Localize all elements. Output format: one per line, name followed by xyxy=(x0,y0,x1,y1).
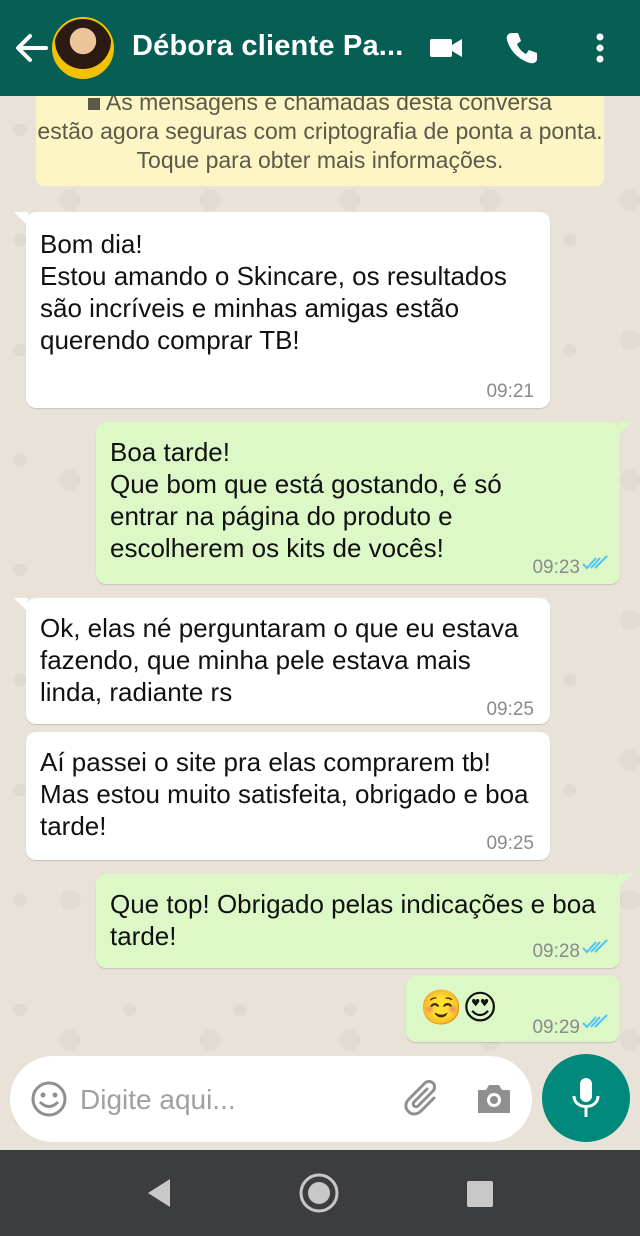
lock-icon xyxy=(87,97,100,110)
microphone-button[interactable] xyxy=(542,1054,630,1142)
message-time: 09:21 xyxy=(486,381,534,402)
system-navigation-bar xyxy=(0,1150,640,1236)
message-text: Boa tarde! Que bom que está gostando, é … xyxy=(110,437,502,563)
message-input[interactable] xyxy=(78,1076,382,1124)
read-ticks-icon xyxy=(582,939,608,954)
message-text: Aí passei o site pra elas comprarem tb! … xyxy=(40,747,529,841)
contact-name[interactable]: Débora cliente Pa... xyxy=(132,30,404,63)
message-time: 09:25 xyxy=(486,833,534,854)
read-ticks-icon xyxy=(582,1014,608,1029)
phone-icon[interactable] xyxy=(502,28,542,68)
message-composer xyxy=(10,1056,532,1142)
emoji-icon[interactable] xyxy=(30,1080,68,1118)
bubble-tail xyxy=(618,874,632,888)
back-arrow-icon[interactable] xyxy=(12,28,50,68)
emoji-message: ☺️😍 xyxy=(420,989,498,1027)
message-bubble-outgoing[interactable]: ☺️😍 09:29 xyxy=(406,976,620,1042)
message-bubble-incoming[interactable]: Ok, elas né perguntaram o que eu estava … xyxy=(14,598,550,724)
nav-back-icon[interactable] xyxy=(144,1177,174,1209)
video-call-icon[interactable] xyxy=(426,28,466,68)
message-time: 09:29 xyxy=(532,1017,580,1038)
message-bubble-outgoing[interactable]: Boa tarde! Que bom que está gostando, é … xyxy=(96,422,632,584)
bubble-tail xyxy=(618,422,632,436)
camera-icon[interactable] xyxy=(474,1080,514,1118)
message-time: 09:28 xyxy=(532,941,580,962)
message-time: 09:23 xyxy=(532,557,580,578)
message-text: Bom dia! Estou amando o Skincare, os res… xyxy=(40,229,507,355)
microphone-icon xyxy=(572,1078,600,1117)
message-time: 09:25 xyxy=(486,699,534,720)
bubble-tail xyxy=(14,598,28,612)
message-text: Ok, elas né perguntaram o que eu estava … xyxy=(40,613,519,707)
message-bubble-outgoing[interactable]: Que top! Obrigado pelas indicações e boa… xyxy=(96,874,632,968)
encryption-notice[interactable]: As mensagens e chamadas desta conversa e… xyxy=(36,92,604,186)
notice-text: estão agora seguras com criptografia de … xyxy=(37,118,603,173)
nav-recents-icon[interactable] xyxy=(466,1180,494,1208)
bubble-tail xyxy=(14,212,28,226)
message-bubble-incoming[interactable]: Aí passei o site pra elas comprarem tb! … xyxy=(26,732,550,860)
attachment-icon[interactable] xyxy=(404,1078,444,1120)
message-bubble-incoming[interactable]: Bom dia! Estou amando o Skincare, os res… xyxy=(14,212,550,408)
read-ticks-icon xyxy=(582,555,608,570)
more-options-icon[interactable] xyxy=(580,28,620,68)
nav-home-icon[interactable] xyxy=(298,1172,340,1214)
avatar[interactable] xyxy=(52,17,114,79)
chat-header: Débora cliente Pa... xyxy=(0,0,640,96)
